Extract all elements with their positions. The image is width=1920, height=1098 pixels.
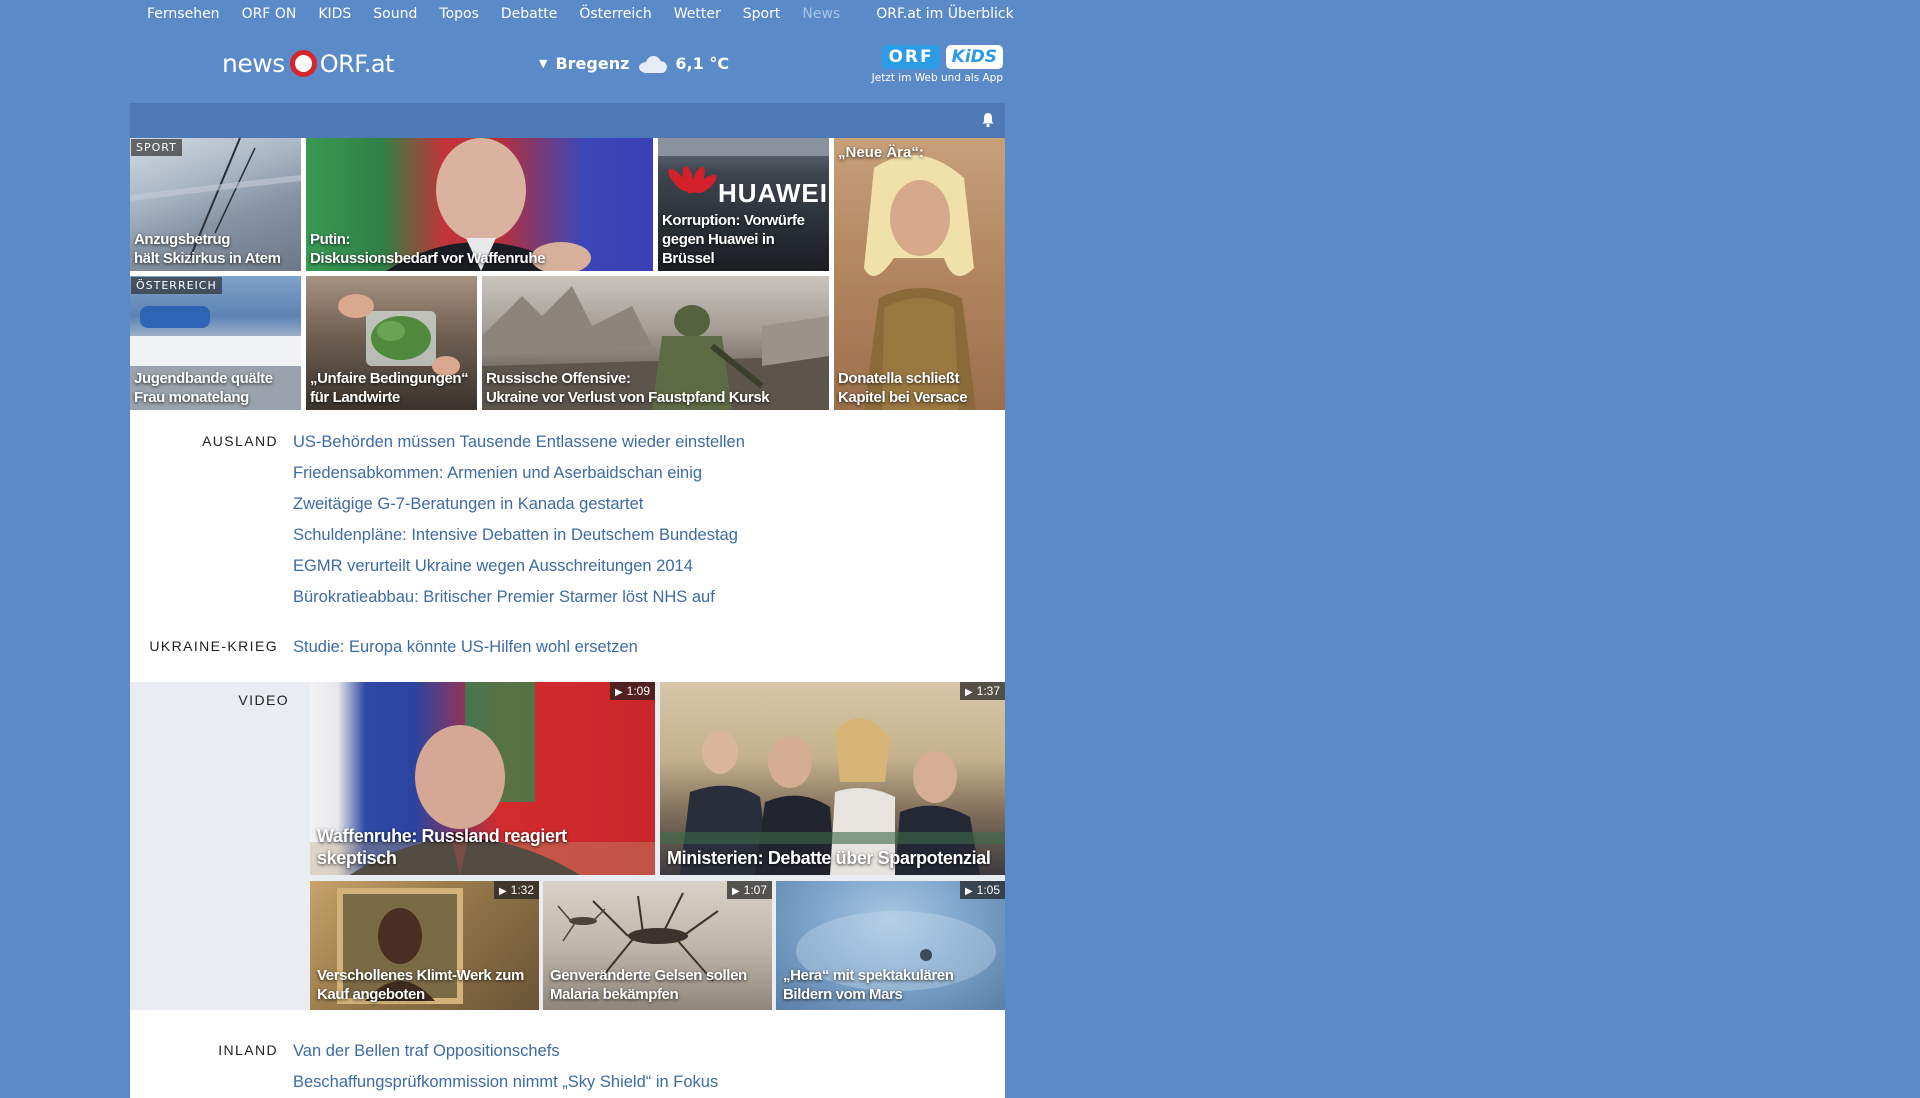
- nav-item-overview[interactable]: ORF.at im Überblick: [876, 6, 1013, 22]
- section-label-inland: INLAND: [218, 1042, 278, 1058]
- logo-orf-text: ORF.at: [319, 49, 395, 78]
- story-top-label: „Neue Ära“:: [838, 144, 924, 161]
- nav-item-sound[interactable]: Sound: [373, 6, 417, 22]
- page: Fernsehen ORF ON KIDS Sound Topos Debatt…: [130, 0, 1014, 1098]
- orf-kids-promo[interactable]: ORF KiDS Jetzt im Web und als App: [872, 45, 1003, 84]
- headline-link[interactable]: Bürokratieabbau: Britischer Premier Star…: [293, 582, 1005, 613]
- nav-item-topos[interactable]: Topos: [439, 6, 478, 22]
- video-grid: ▶ 1:09 Waffenruhe: Russland reagiert skep…: [310, 682, 1005, 1010]
- headline-link[interactable]: Friedensabkommen: Armenien und Aserbaids…: [293, 458, 1005, 489]
- site-header: news ORF.at ▼ Bregenz 6,1 °C ORF KiDS Je…: [130, 27, 1005, 103]
- story-tile-huawei[interactable]: HUAWEI Korruption: Vorwürfe gegen Huawei …: [658, 138, 829, 271]
- story-tile-sport[interactable]: SPORT Anzugsbetrug hält Skizirkus in Atem: [130, 138, 301, 271]
- nav-item-orf-on[interactable]: ORF ON: [242, 6, 297, 22]
- video-duration: ▶ 1:07: [726, 881, 772, 899]
- cloud-icon: [637, 55, 669, 73]
- orf-ring-icon: [289, 50, 317, 77]
- story-tile-landwirte[interactable]: „Unfaire Bedingungen“ für Landwirte: [306, 276, 477, 410]
- story-tile-oesterreich[interactable]: ÖSTERREICH Jugendbande quälte Frau monate…: [130, 276, 301, 410]
- kids-promo-text: Jetzt im Web und als App: [871, 72, 1003, 84]
- video-title: Genveränderte Gelsen sollen Malaria bekäm…: [550, 967, 747, 1003]
- video-tile-klimt[interactable]: ▶ 1:32 Verschollenes Klimt-Werk zum Kauf a…: [310, 881, 539, 1010]
- nav-item-news[interactable]: News: [802, 6, 840, 22]
- nav-item-debatte[interactable]: Debatte: [501, 6, 557, 22]
- video-duration: ▶ 1:09: [609, 682, 655, 700]
- weather-city: Bregenz: [555, 54, 630, 73]
- video-duration: ▶ 1:37: [959, 682, 1005, 700]
- section-label-ukraine-krieg: UKRAINE-KRIEG: [149, 638, 278, 654]
- story-title: Jugendbande quälte Frau monatelang: [134, 370, 273, 406]
- headline-link[interactable]: EGMR verurteilt Ukraine wegen Ausschreit…: [293, 551, 1005, 582]
- video-tile-ministerien[interactable]: ▶ 1:37 Ministerien: Debatte über Sparpote…: [660, 682, 1005, 875]
- nav-item-sport[interactable]: Sport: [743, 6, 781, 22]
- section-ukraine-krieg: UKRAINE-KRIEG Studie: Europa könnte US-H…: [130, 613, 1005, 682]
- video-tile-waffenruhe[interactable]: ▶ 1:09 Waffenruhe: Russland reagiert skep…: [310, 682, 655, 875]
- news-content: AUSLAND US-Behörden müssen Tausende Entl…: [130, 410, 1005, 1098]
- nav-item-wetter[interactable]: Wetter: [674, 6, 721, 22]
- section-ausland: AUSLAND US-Behörden müssen Tausende Entl…: [130, 410, 1005, 613]
- top-stories-grid: SPORT Anzugsbetrug hält Skizirkus in Atem…: [130, 138, 1005, 410]
- video-tile-gelsen[interactable]: ▶ 1:07 Genveränderte Gelsen sollen Malaria…: [543, 881, 772, 1010]
- dropdown-triangle-icon: ▼: [539, 57, 548, 70]
- video-duration: ▶ 1:32: [493, 881, 539, 899]
- story-title: Donatella schließt Kapitel bei Versace: [838, 370, 968, 406]
- category-tag: ÖSTERREICH: [131, 277, 222, 294]
- story-title: Russische Offensive: Ukraine vor Verlust …: [486, 370, 770, 406]
- section-label-ausland: AUSLAND: [202, 433, 278, 449]
- story-title: „Unfaire Bedingungen“ für Landwirte: [310, 370, 469, 406]
- weather-widget[interactable]: ▼ Bregenz 6,1 °C: [539, 54, 729, 73]
- bell-icon[interactable]: [981, 112, 995, 128]
- story-tile-putin[interactable]: Putin: Diskussionsbedarf vor Waffenruhe: [306, 138, 653, 271]
- kids-badge: KiDS: [945, 45, 1003, 69]
- headline-link[interactable]: Schuldenpläne: Intensive Debatten in Deu…: [293, 520, 1005, 551]
- video-title: Waffenruhe: Russland reagiert skeptisch: [317, 826, 567, 868]
- video-title: „Hera“ mit spektakulären Bildern vom Mars: [783, 967, 954, 1003]
- huawei-sign-text: HUAWEI: [718, 178, 828, 208]
- story-tile-kursk[interactable]: Russische Offensive: Ukraine vor Verlust …: [482, 276, 829, 410]
- video-title: Ministerien: Debatte über Sparpotenzial: [667, 848, 991, 868]
- nav-item-fernsehen[interactable]: Fernsehen: [147, 6, 220, 22]
- sub-bar: [130, 103, 1005, 138]
- headline-link[interactable]: Zweitägige G-7-Beratungen in Kanada gest…: [293, 489, 1005, 520]
- story-title: Putin: Diskussionsbedarf vor Waffenruhe: [310, 231, 546, 267]
- section-label-video: VIDEO: [130, 682, 310, 1010]
- section-inland: INLAND Van der Bellen traf Oppositionsch…: [130, 1010, 1005, 1098]
- headline-link[interactable]: Van der Bellen traf Oppositionschefs: [293, 1036, 1005, 1067]
- headline-link[interactable]: US-Behörden müssen Tausende Entlassene w…: [293, 427, 1005, 458]
- headline-link[interactable]: Studie: Europa könnte US-Hilfen wohl ers…: [293, 632, 1005, 663]
- news-orf-logo[interactable]: news ORF.at: [222, 49, 394, 78]
- top-navigation: Fernsehen ORF ON KIDS Sound Topos Debatt…: [130, 0, 1014, 27]
- story-title: Anzugsbetrug hält Skizirkus in Atem: [134, 231, 281, 267]
- video-title: Verschollenes Klimt-Werk zum Kauf angebot…: [317, 967, 524, 1003]
- section-video: VIDEO ▶ 1:09 Waffenruhe: Russland reagier…: [130, 682, 1005, 1010]
- orf-badge: ORF: [882, 45, 940, 69]
- story-tile-versace[interactable]: „Neue Ära“: Donatella schließt Kapitel be…: [834, 138, 1005, 410]
- video-tile-hera[interactable]: ▶ 1:05 „Hera“ mit spektakulären Bildern vo…: [776, 881, 1005, 1010]
- weather-temperature: 6,1 °C: [675, 54, 730, 73]
- headline-link[interactable]: Beschaffungsprüfkommission nimmt „Sky Sh…: [293, 1067, 1005, 1098]
- logo-news-text: news: [222, 49, 285, 78]
- nav-item-oesterreich[interactable]: Österreich: [579, 6, 651, 22]
- category-tag: SPORT: [131, 139, 182, 156]
- nav-item-kids[interactable]: KIDS: [318, 6, 351, 22]
- story-title: Korruption: Vorwürfe gegen Huawei in Brüs…: [662, 212, 805, 267]
- video-duration: ▶ 1:05: [959, 881, 1005, 899]
